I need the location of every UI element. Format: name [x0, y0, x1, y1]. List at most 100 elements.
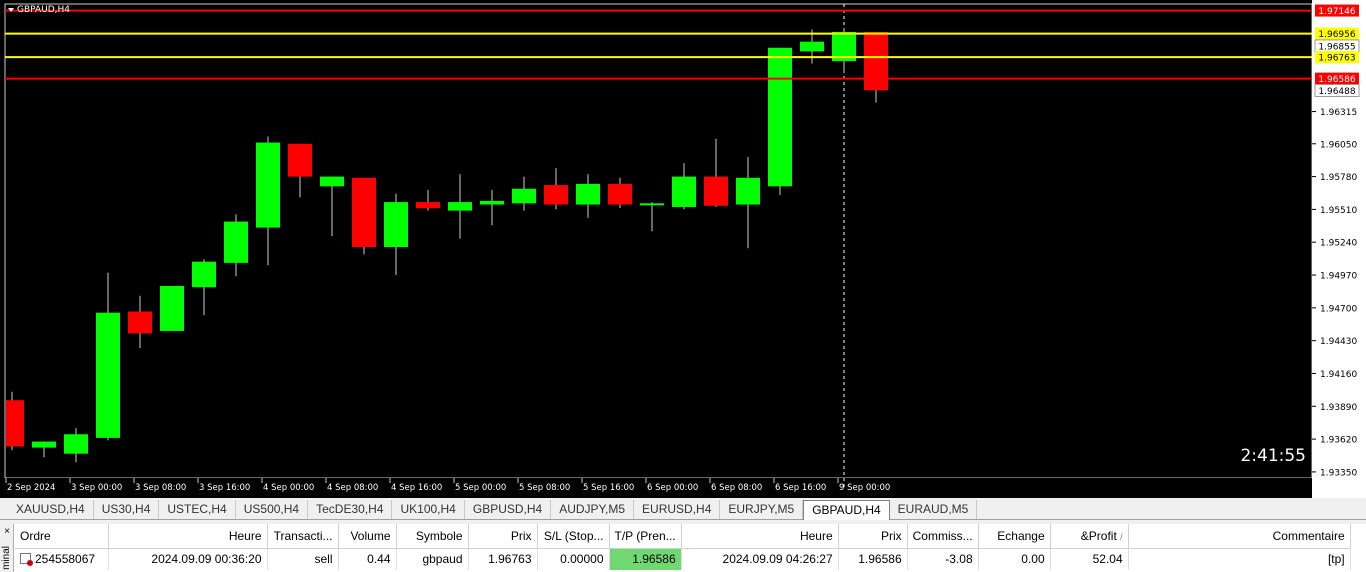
volume-cell: 0.44: [338, 548, 397, 570]
closed-order-icon: [20, 553, 33, 567]
plot-area: [4, 3, 1313, 479]
tab-audjpy-m5[interactable]: AUDJPY,M5: [551, 500, 635, 519]
price-level-tag-text: 1.96763: [1318, 54, 1355, 64]
time-axis-label: 4 Sep 08:00: [327, 483, 378, 493]
tab-us500-h4[interactable]: US500,H4: [236, 500, 309, 519]
tab-us30-h4[interactable]: US30,H4: [94, 500, 160, 519]
candle-body: [32, 441, 56, 448]
chart-symbol-label[interactable]: GBPAUD,H4: [8, 5, 70, 15]
time-axis-label: 2 Sep 2024: [7, 483, 55, 493]
candle-body: [672, 176, 696, 207]
close-icon[interactable]: ×: [2, 527, 12, 537]
candle-body: [384, 202, 408, 248]
candle-body: [448, 202, 472, 211]
tab-eurusd-h4[interactable]: EURUSD,H4: [634, 500, 721, 519]
tab-gbpusd-h4[interactable]: GBPUSD,H4: [465, 500, 552, 519]
terminal-panel: × minal Ordre Heure Transacti... Volume …: [0, 524, 1366, 572]
candle-body: [128, 311, 152, 334]
col-header-symbol[interactable]: Symbole: [396, 524, 469, 549]
col-header-sl[interactable]: S/L (Stop...: [537, 524, 610, 549]
tp-cell: 1.96586: [609, 548, 682, 570]
candle-body: [192, 261, 216, 288]
tab-gbpaud-h4[interactable]: GBPAUD,H4: [803, 500, 890, 520]
sort-indicator-icon: /: [1120, 531, 1123, 542]
candle-body: [480, 200, 504, 205]
symbol-cell: gbpaud: [396, 548, 469, 570]
open-time-cell: 2024.09.09 00:36:20: [108, 548, 268, 570]
col-header-open-time[interactable]: Heure: [108, 524, 268, 549]
candle-body: [544, 185, 568, 205]
price-axis-label: 1.95780: [1320, 173, 1357, 183]
price-axis-label: 1.94430: [1320, 337, 1357, 347]
col-header-volume[interactable]: Volume: [338, 524, 397, 549]
col-header-comment[interactable]: Commentaire: [1128, 524, 1351, 549]
sl-cell: 0.00000: [537, 548, 610, 570]
type-cell: sell: [267, 548, 339, 570]
profit-cell: 52.04: [1050, 548, 1129, 570]
order-number: 254558067: [35, 552, 96, 567]
candle-body: [288, 143, 312, 177]
terminal-side-strip: × minal: [0, 524, 14, 572]
bar-countdown-timer: 2:41:55: [1240, 446, 1306, 466]
candle-body: [352, 177, 376, 248]
candlestick-chart[interactable]: 1.97146 1.96956 1.96855 1.96763 1.96586 1.964…: [0, 0, 1366, 498]
price-axis-label: 1.95510: [1320, 206, 1357, 216]
close-time-cell: 2024.09.09 04:26:27: [681, 548, 839, 570]
tab-euraud-m5[interactable]: EURAUD,M5: [890, 500, 978, 519]
time-axis-label: 9 Sep 00:00: [839, 483, 890, 493]
candle-body: [96, 312, 120, 438]
tab-xauusd-h4[interactable]: XAUUSD,H4: [8, 500, 94, 519]
commission-cell: -3.08: [907, 548, 979, 570]
price-level-tag-text: 1.97146: [1318, 7, 1355, 17]
price-axis-label: 1.94160: [1320, 370, 1357, 380]
price-axis-label: 1.93890: [1320, 403, 1357, 413]
price-axis-label: 1.94700: [1320, 304, 1357, 314]
price-axis-label: 1.96315: [1320, 108, 1357, 118]
price-axis-label: 1.96050: [1320, 140, 1357, 150]
time-axis-label: 3 Sep 16:00: [199, 483, 250, 493]
col-header-open-price[interactable]: Prix: [468, 524, 538, 549]
col-header-swap[interactable]: Echange: [978, 524, 1051, 549]
time-axis-label: 4 Sep 16:00: [391, 483, 442, 493]
tab-uk100-h4[interactable]: UK100,H4: [392, 500, 465, 519]
col-header-tp[interactable]: T/P (Pren...: [609, 524, 682, 549]
open-price-cell: 1.96763: [468, 548, 538, 570]
col-header-close-price[interactable]: Prix: [838, 524, 908, 549]
candle-body: [640, 203, 664, 206]
candle-body: [416, 202, 440, 209]
col-header-type[interactable]: Transacti...: [267, 524, 339, 549]
col-header-profit[interactable]: &Profit /: [1050, 524, 1129, 549]
time-axis-label: 6 Sep 00:00: [647, 483, 698, 493]
candle-body: [64, 434, 88, 454]
tab-tecde30-h4[interactable]: TecDE30,H4: [308, 500, 393, 519]
candle-body: [864, 31, 888, 91]
candle-body: [224, 221, 248, 263]
price-axis-label: 1.93620: [1320, 436, 1357, 446]
price-axis-label: 1.94970: [1320, 272, 1357, 282]
time-axis-label: 5 Sep 16:00: [583, 483, 634, 493]
order-cell[interactable]: 254558067: [15, 548, 109, 570]
price-level-tag-text: 1.96586: [1318, 75, 1355, 85]
time-axis-label: 6 Sep 16:00: [775, 483, 826, 493]
dropdown-triangle-icon[interactable]: [8, 8, 14, 12]
price-axis-label: 1.93350: [1320, 468, 1357, 478]
col-header-commission[interactable]: Commiss...: [907, 524, 979, 549]
col-header-order[interactable]: Ordre: [15, 524, 109, 549]
price-level-tag-text: 1.96488: [1318, 87, 1355, 97]
time-axis-label: 3 Sep 00:00: [71, 483, 122, 493]
candle-body: [320, 176, 344, 187]
price-level-tag-text: 1.96855: [1318, 42, 1355, 52]
price-level-tag-text: 1.96956: [1318, 30, 1355, 40]
candle-body: [768, 47, 792, 187]
col-header-close-time[interactable]: Heure: [681, 524, 839, 549]
comment-cell: [tp]: [1128, 548, 1351, 570]
candle-body: [800, 41, 824, 52]
tab-ustec-h4[interactable]: USTEC,H4: [159, 500, 236, 519]
chart-window[interactable]: 1.97146 1.96956 1.96855 1.96763 1.96586 1.964…: [0, 0, 1366, 498]
time-axis-label: 3 Sep 08:00: [135, 483, 186, 493]
table-row[interactable]: 254558067 2024.09.09 00:36:20 sell 0.44 …: [15, 548, 1351, 570]
tab-eurjpy-m5[interactable]: EURJPY,M5: [720, 500, 804, 519]
candle-body: [256, 142, 280, 228]
history-table: Ordre Heure Transacti... Volume Symbole …: [15, 524, 1351, 570]
candle-body: [512, 188, 536, 204]
